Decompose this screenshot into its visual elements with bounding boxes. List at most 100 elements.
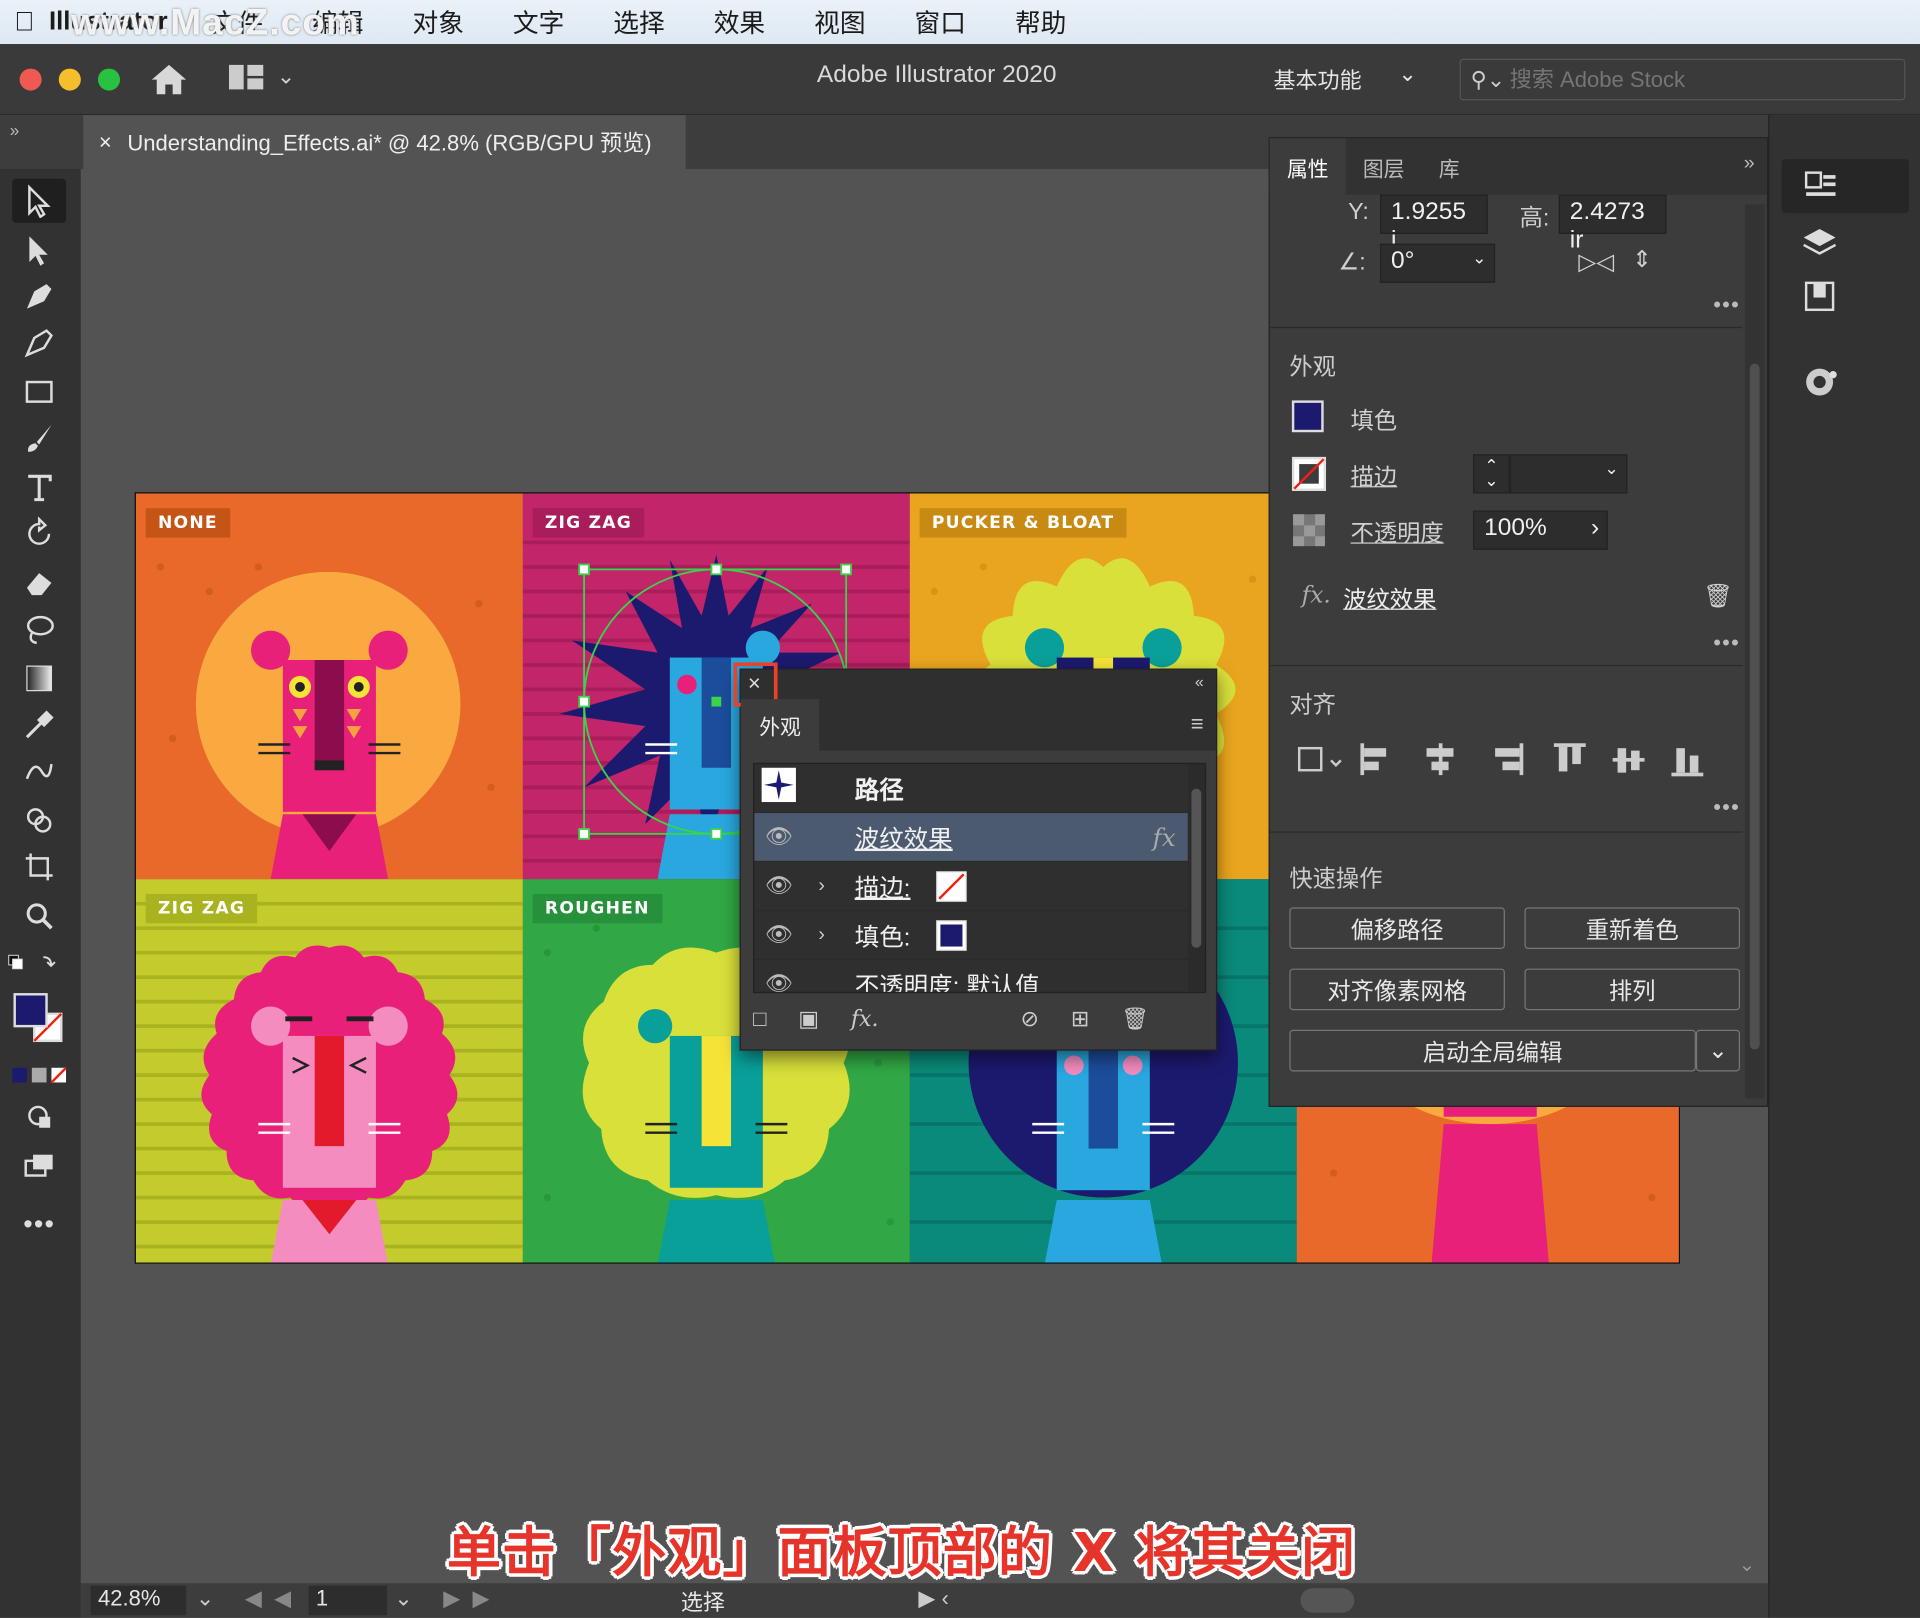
more-options-icon[interactable]: •••: [1713, 293, 1740, 319]
blend-tool[interactable]: [12, 749, 66, 793]
arrange-documents-icon[interactable]: [228, 64, 265, 91]
close-window-button[interactable]: [19, 68, 42, 91]
menu-select[interactable]: 选择: [613, 4, 664, 41]
draw-mode-button[interactable]: [12, 1095, 66, 1139]
more-options-icon[interactable]: •••: [1713, 795, 1740, 821]
tab-layers[interactable]: 图层: [1346, 138, 1422, 194]
stroke-label[interactable]: 描边: [1351, 459, 1398, 492]
curvature-tool[interactable]: [12, 321, 66, 365]
artboard-tool[interactable]: [12, 845, 66, 889]
scroll-down-icon[interactable]: ⌄: [1739, 1553, 1755, 1577]
menu-window[interactable]: 窗口: [915, 4, 966, 41]
recolor-dock-button[interactable]: [1782, 355, 1909, 409]
eye-icon[interactable]: 👁: [754, 971, 803, 992]
default-colors-button[interactable]: [5, 943, 59, 987]
paintbrush-tool[interactable]: [12, 416, 66, 460]
appearance-scrollbar[interactable]: [1187, 764, 1205, 992]
zoom-tool[interactable]: [12, 894, 66, 938]
appearance-row-label[interactable]: 波纹效果: [855, 819, 953, 855]
height-field[interactable]: 2.4273 ir: [1558, 194, 1667, 253]
chevron-right-icon[interactable]: ›: [803, 875, 840, 897]
next-last-artboard-icon[interactable]: ▶▶: [443, 1586, 501, 1612]
tab-appearance[interactable]: 外观: [740, 699, 820, 751]
menu-object[interactable]: 对象: [412, 4, 463, 41]
properties-dock-button[interactable]: [1781, 159, 1909, 214]
document-tab[interactable]: × Understanding_Effects.ai* @ 42.8% (RGB…: [83, 115, 686, 169]
stroke-swatch-icon[interactable]: [1291, 456, 1327, 492]
tab-libraries[interactable]: 库: [1422, 138, 1477, 194]
global-edit-dropdown[interactable]: ⌄: [1695, 1029, 1741, 1072]
workspace-switcher[interactable]: 基本功能: [1273, 64, 1361, 96]
chevron-down-icon[interactable]: ⌄: [1398, 61, 1416, 87]
close-icon[interactable]: ×: [740, 669, 769, 698]
rectangle-tool[interactable]: [12, 370, 66, 414]
y-field[interactable]: 1.9255 i: [1380, 194, 1488, 253]
menu-help[interactable]: 帮助: [1015, 4, 1066, 41]
direct-selection-tool[interactable]: [12, 228, 66, 272]
type-tool[interactable]: [12, 465, 66, 509]
collapse-panel-icon[interactable]: »: [1744, 153, 1755, 175]
angle-field[interactable]: 0° ⌄: [1380, 243, 1496, 283]
zoom-field[interactable]: 42.8%: [90, 1585, 187, 1616]
panel-menu-icon[interactable]: ≡: [1191, 711, 1204, 737]
expand-toolbar-icon[interactable]: »: [10, 120, 20, 140]
fx-icon[interactable]: fx: [1153, 822, 1176, 851]
minimize-window-button[interactable]: [58, 68, 81, 91]
more-options-icon[interactable]: •••: [1713, 631, 1740, 657]
selection-tool[interactable]: [12, 178, 67, 223]
color-mode-buttons[interactable]: [12, 1060, 67, 1089]
opacity-field[interactable]: 100% ›: [1473, 510, 1608, 550]
duplicate-item-icon[interactable]: ⊞: [1071, 1006, 1089, 1032]
effect-link[interactable]: 波纹效果: [1343, 582, 1436, 615]
chevron-down-icon[interactable]: ⌄: [196, 1586, 214, 1612]
artboard-number-field[interactable]: 1: [308, 1585, 387, 1616]
home-icon[interactable]: [149, 61, 188, 98]
eye-icon[interactable]: 👁: [754, 824, 803, 850]
appearance-row-stroke[interactable]: 👁 › 描边:: [754, 862, 1191, 912]
menu-view[interactable]: 视图: [814, 4, 865, 41]
arrange-button[interactable]: 排列: [1524, 968, 1741, 1011]
libraries-dock-button[interactable]: [1782, 269, 1909, 323]
add-stroke-icon[interactable]: □: [753, 1006, 766, 1032]
search-icon[interactable]: ⚲⌄: [1471, 67, 1513, 93]
lasso-tool[interactable]: [12, 607, 66, 651]
chevron-down-icon[interactable]: ⌄: [394, 1586, 412, 1612]
screen-mode-button[interactable]: [12, 1144, 66, 1188]
add-fill-icon[interactable]: ▣: [798, 1006, 819, 1032]
first-prev-artboard-icon[interactable]: ◀◀: [245, 1586, 303, 1612]
delete-icon[interactable]: 🗑: [1703, 582, 1733, 611]
appearance-row-fill[interactable]: 👁 › 填色:: [754, 911, 1191, 961]
appearance-row-label[interactable]: 不透明度: 默认值: [855, 966, 1040, 991]
flip-vertical-icon[interactable]: ⇕: [1632, 246, 1651, 274]
delete-icon[interactable]: 🗑: [1121, 1006, 1149, 1032]
appearance-row-opacity[interactable]: 👁 不透明度: 默认值: [754, 960, 1190, 992]
zoom-window-button[interactable]: [97, 68, 121, 91]
menu-effect[interactable]: 效果: [714, 4, 765, 41]
clear-appearance-icon[interactable]: ⊘: [1021, 1006, 1039, 1032]
opacity-label[interactable]: 不透明度: [1351, 516, 1444, 549]
flip-horizontal-icon[interactable]: ▷◁: [1578, 249, 1614, 277]
pen-tool[interactable]: [12, 274, 66, 318]
fill-stroke-swatches[interactable]: [12, 992, 66, 1053]
stock-search-input[interactable]: [1509, 64, 1890, 95]
appearance-panel-header[interactable]: [740, 669, 1216, 700]
add-effect-icon[interactable]: fx.: [851, 1006, 879, 1032]
eraser-tool[interactable]: [12, 561, 66, 605]
close-tab-icon[interactable]: ×: [83, 129, 127, 155]
layers-dock-button[interactable]: [1782, 216, 1909, 270]
eye-icon[interactable]: 👁: [754, 922, 803, 948]
collapse-panel-icon[interactable]: «: [1195, 672, 1204, 690]
chevron-down-icon[interactable]: ⌄: [277, 64, 295, 90]
align-buttons[interactable]: [1294, 738, 1727, 780]
stroke-weight-stepper[interactable]: ⌃ ⌄: [1473, 454, 1510, 494]
rotate-tool[interactable]: [12, 512, 66, 556]
offset-path-button[interactable]: 偏移路径: [1289, 907, 1505, 949]
tab-properties[interactable]: 属性: [1269, 138, 1346, 195]
eye-icon[interactable]: 👁: [754, 873, 803, 899]
fill-swatch-icon[interactable]: [935, 919, 967, 951]
stroke-weight-field[interactable]: ⌄: [1509, 454, 1628, 494]
gradient-tool[interactable]: [12, 656, 66, 700]
apple-icon[interactable]: : [0, 6, 49, 38]
appearance-row-effect[interactable]: 👁 波纹效果 fx: [754, 813, 1191, 863]
align-pixel-grid-button[interactable]: 对齐像素网格: [1289, 968, 1505, 1011]
